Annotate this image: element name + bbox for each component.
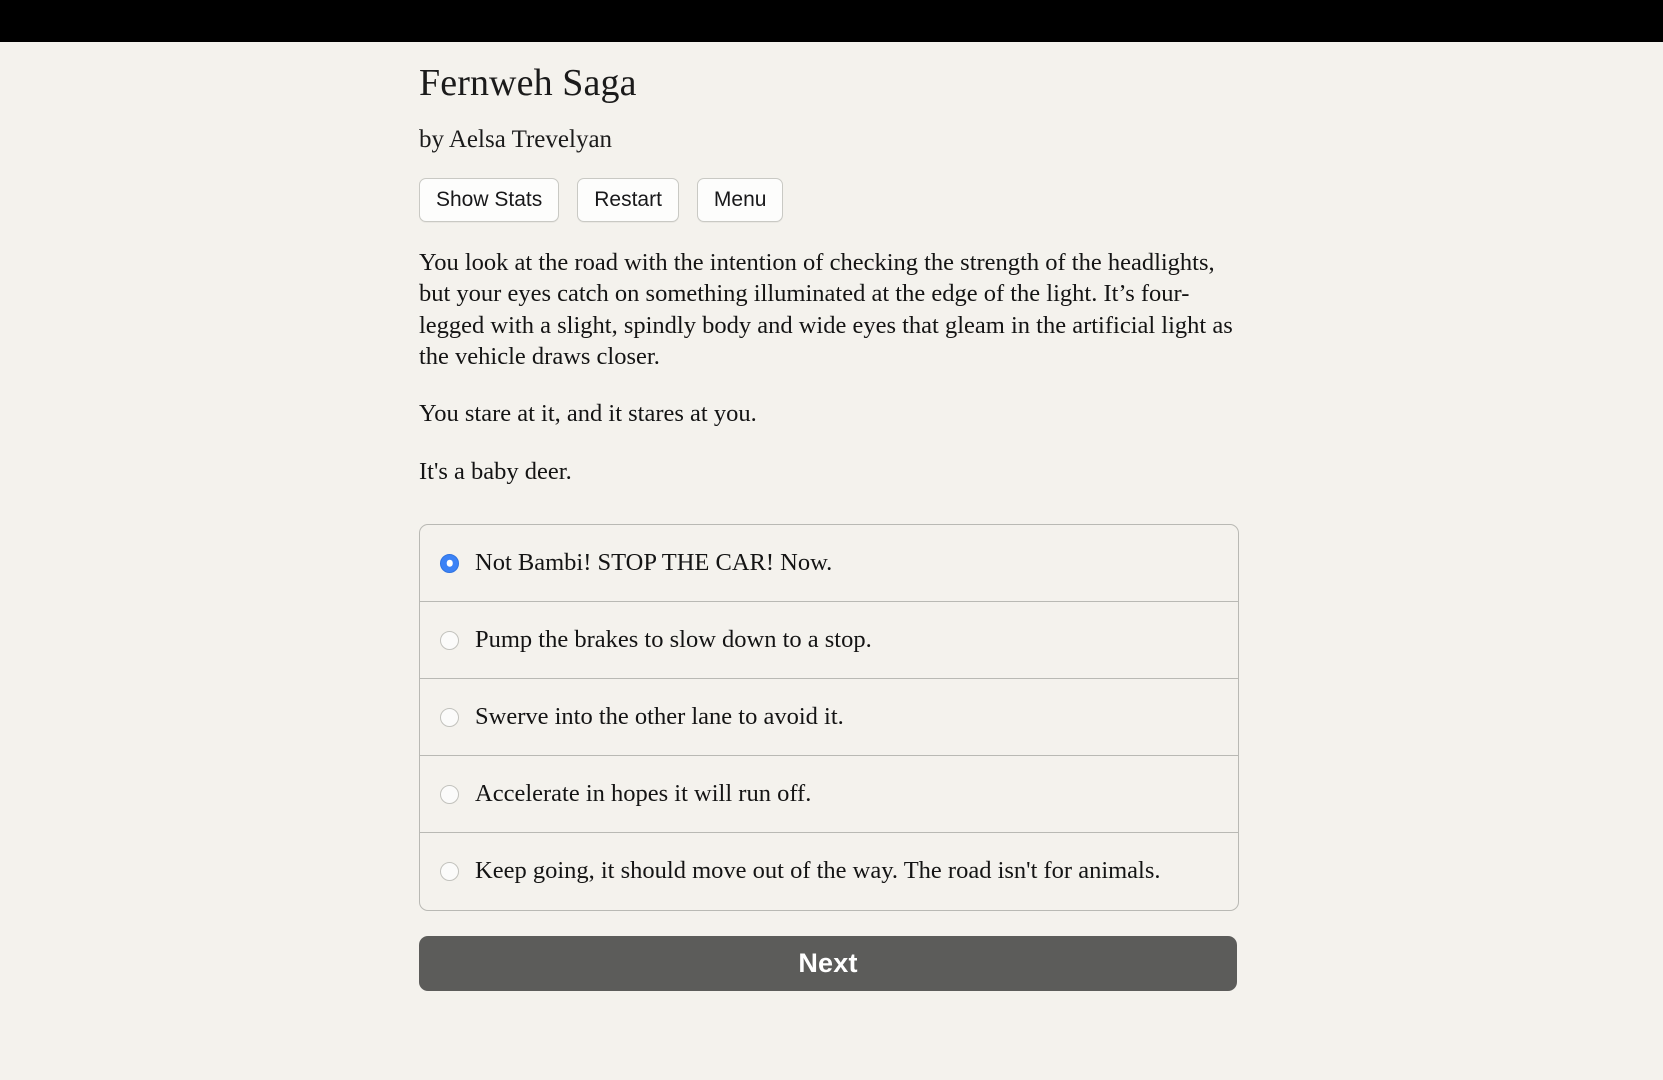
radio-icon[interactable]: [440, 862, 459, 882]
show-stats-button[interactable]: Show Stats: [419, 178, 560, 222]
story-paragraph: You stare at it, and it stares at you.: [419, 400, 757, 428]
radio-icon[interactable]: [440, 707, 459, 727]
menu-button[interactable]: Menu: [696, 178, 784, 222]
choice-label: Accelerate in hopes it will run off.: [475, 779, 812, 807]
choice-option[interactable]: Not Bambi! STOP THE CAR! Now.: [420, 525, 1238, 603]
choice-label: Keep going, it should move out of the wa…: [475, 857, 1161, 885]
page-scroll-area: Fernweh Saga by Aelsa Trevelyan Show Sta…: [0, 42, 1663, 1080]
page-title: Fernweh Saga: [419, 62, 637, 104]
radio-icon[interactable]: [440, 630, 459, 650]
story-paragraph: It's a baby deer.: [419, 457, 572, 485]
author-byline: by Aelsa Trevelyan: [419, 125, 613, 153]
choice-option[interactable]: Keep going, it should move out of the wa…: [420, 833, 1238, 910]
choice-option[interactable]: Pump the brakes to slow down to a stop.: [420, 602, 1238, 680]
browser-chrome-bar: [0, 0, 1663, 42]
choice-option[interactable]: Swerve into the other lane to avoid it.: [420, 679, 1238, 757]
game-container: Fernweh Saga by Aelsa Trevelyan Show Sta…: [419, 60, 1244, 992]
choice-list: Not Bambi! STOP THE CAR! Now. Pump the b…: [419, 524, 1239, 912]
radio-icon[interactable]: [440, 784, 459, 804]
choice-label: Pump the brakes to slow down to a stop.: [475, 625, 872, 653]
choice-label: Not Bambi! STOP THE CAR! Now.: [475, 548, 833, 576]
radio-icon-selected[interactable]: [440, 553, 459, 573]
game-toolbar: Show Stats Restart Menu: [419, 178, 1244, 222]
next-button[interactable]: Next: [419, 936, 1237, 992]
choice-label: Swerve into the other lane to avoid it.: [475, 702, 844, 730]
choice-option[interactable]: Accelerate in hopes it will run off.: [420, 756, 1238, 834]
restart-button[interactable]: Restart: [577, 178, 679, 222]
story-paragraph: You look at the road with the intention …: [419, 249, 1233, 371]
